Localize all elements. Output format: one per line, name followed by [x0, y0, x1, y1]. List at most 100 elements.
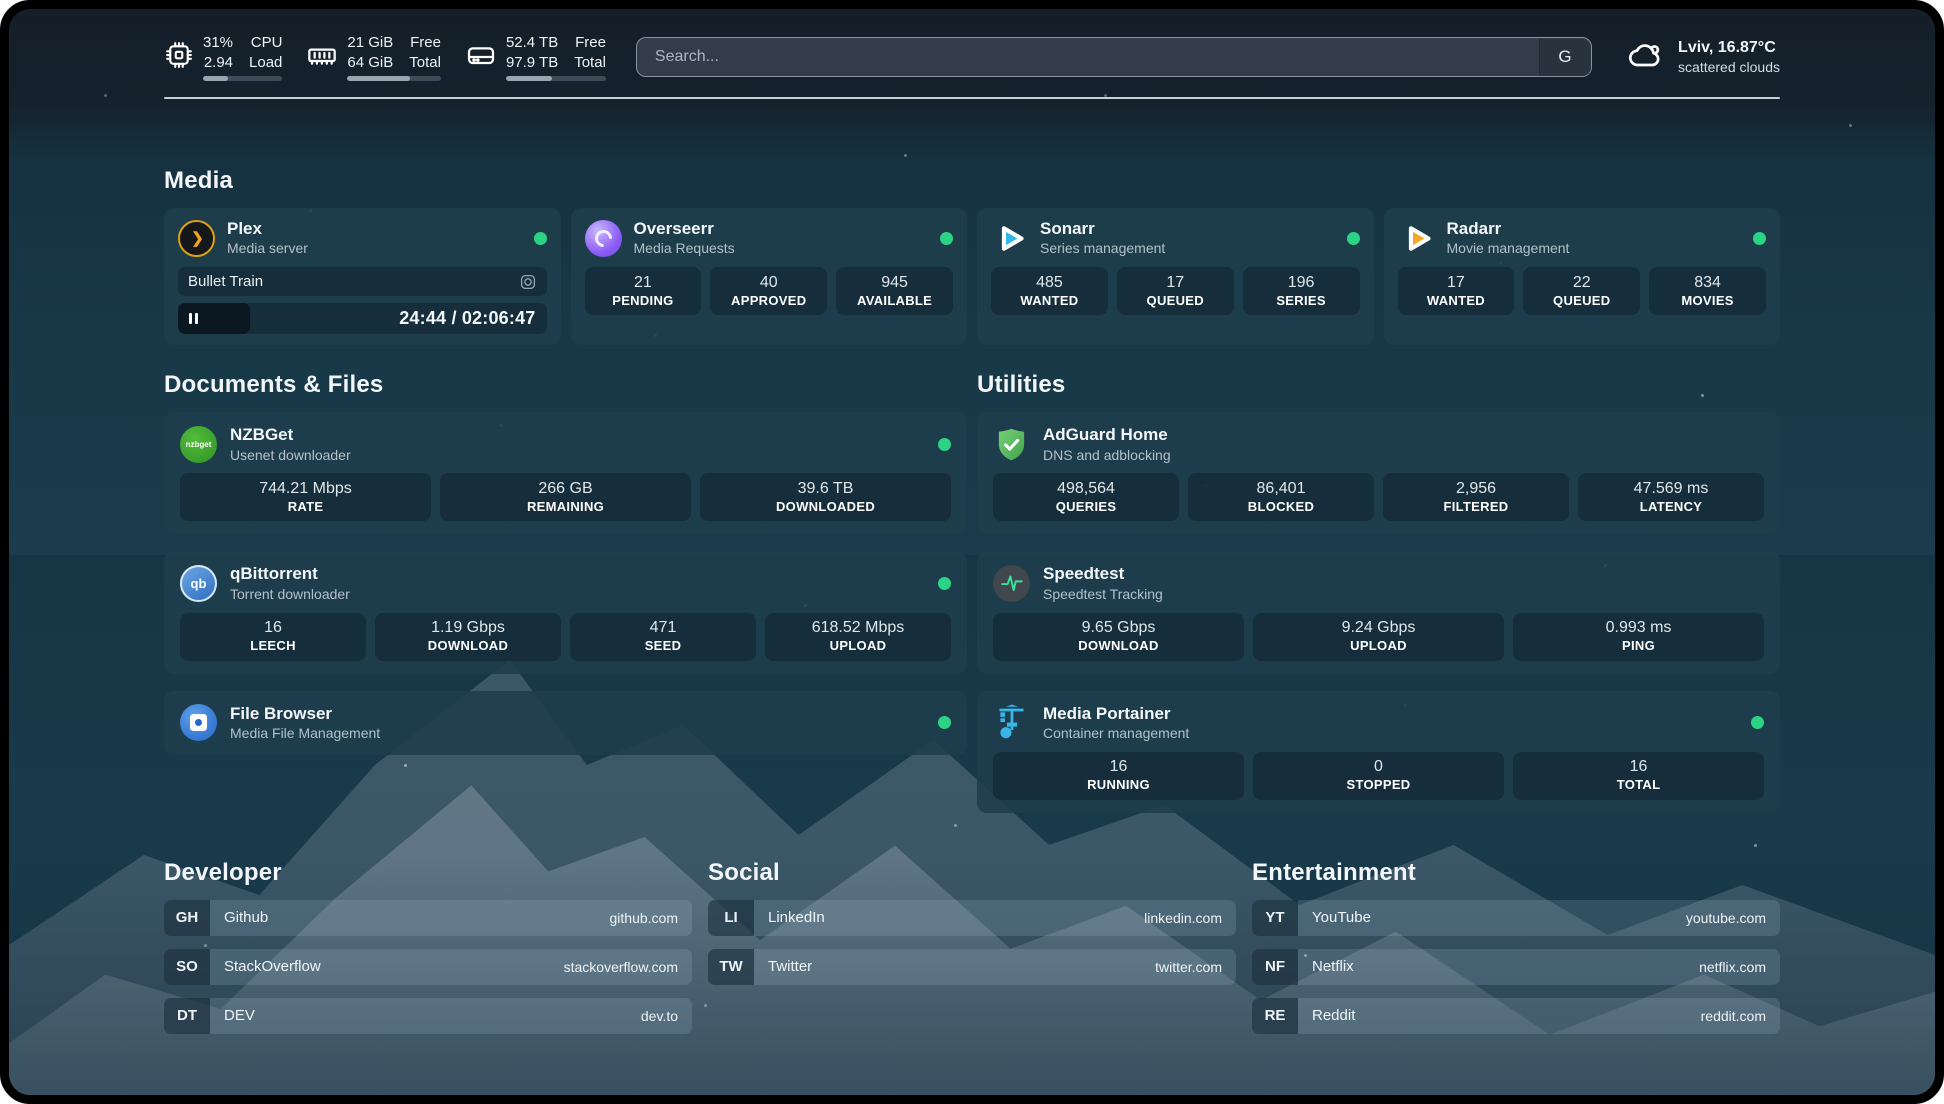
bookmark-abbr: NF [1252, 949, 1298, 985]
bookmark-name: LinkedIn [754, 900, 825, 936]
stat-tile: 834 MOVIES [1649, 267, 1766, 315]
stat-tile: 16 LEECH [180, 613, 366, 661]
stat-tile: 485 WANTED [991, 267, 1108, 315]
service-subtitle: Series management [1040, 240, 1165, 257]
bookmark-linkedin[interactable]: LI LinkedIn linkedin.com [708, 900, 1236, 936]
stat-tile: 618.52 Mbps UPLOAD [765, 613, 951, 661]
bookmark-youtube[interactable]: YT YouTube youtube.com [1252, 900, 1780, 936]
ram-icon [306, 39, 338, 76]
service-card-adguard[interactable]: AdGuard Home DNS and adblocking 498,564 … [977, 412, 1780, 534]
bookmark-twitter[interactable]: TW Twitter twitter.com [708, 949, 1236, 985]
service-card-portainer[interactable]: Media Portainer Container management 16 … [977, 691, 1780, 813]
camera-icon [519, 273, 537, 291]
bookmark-abbr: RE [1252, 998, 1298, 1034]
memory-free-label: Free [410, 33, 441, 53]
stat-tile: 22 QUEUED [1523, 267, 1640, 315]
service-title: Media Portainer [1043, 704, 1189, 724]
bookmark-abbr: YT [1252, 900, 1298, 936]
search-input[interactable] [636, 37, 1592, 77]
cpu-usage-bar [203, 76, 282, 81]
system-stats: 31% 2.94 CPU Load [164, 33, 606, 81]
stat-tile: 17 WANTED [1398, 267, 1515, 315]
bookmark-url: netflix.com [1699, 949, 1780, 985]
service-title: Radarr [1447, 219, 1570, 239]
memory-free-value: 21 GiB [347, 33, 393, 53]
playback-time: 24:44 / 02:06:47 [399, 308, 546, 329]
service-card-speedtest[interactable]: Speedtest Speedtest Tracking 9.65 Gbps D… [977, 551, 1780, 673]
stat-tile: 9.24 Gbps UPLOAD [1253, 613, 1504, 661]
filebrowser-logo-icon [180, 704, 217, 741]
bookmark-netflix[interactable]: NF Netflix netflix.com [1252, 949, 1780, 985]
overseerr-logo-icon [585, 220, 622, 257]
stat-tile: 498,564 QUERIES [993, 473, 1179, 521]
bookmark-abbr: TW [708, 949, 754, 985]
section-heading-entertainment: Entertainment [1252, 859, 1780, 887]
service-title: Plex [227, 219, 308, 239]
status-dot [1347, 232, 1360, 245]
bookmark-url: reddit.com [1701, 998, 1780, 1034]
speedtest-logo-icon [993, 565, 1030, 602]
service-card-sonarr[interactable]: Sonarr Series management 485 WANTED 17 Q… [977, 208, 1374, 345]
service-card-nzbget[interactable]: nzbget NZBGet Usenet downloader 744.21 M… [164, 412, 967, 534]
bookmark-name: DEV [210, 998, 255, 1034]
service-subtitle: Speedtest Tracking [1043, 586, 1163, 603]
bookmark-url: dev.to [641, 998, 692, 1034]
bookmark-github[interactable]: GH Github github.com [164, 900, 692, 936]
search-engine-button[interactable]: G [1539, 39, 1591, 76]
stat-tile: 471 SEED [570, 613, 756, 661]
header-divider [164, 97, 1780, 99]
service-card-filebrowser[interactable]: File Browser Media File Management [164, 691, 967, 755]
service-card-overseerr[interactable]: Overseerr Media Requests 21 PENDING 40 A… [571, 208, 968, 345]
service-card-radarr[interactable]: Radarr Movie management 17 WANTED 22 QUE… [1384, 208, 1781, 345]
bookmark-group-entertainment: Entertainment YT YouTube youtube.com NF … [1252, 859, 1780, 1034]
media-player-bar: 24:44 / 02:06:47 [178, 303, 547, 334]
service-card-qbittorrent[interactable]: qb qBittorrent Torrent downloader 16 LEE… [164, 551, 967, 673]
memory-widget: 21 GiB 64 GiB Free Total [306, 33, 441, 81]
service-title: AdGuard Home [1043, 425, 1171, 445]
status-dot [938, 716, 951, 729]
stat-tile: 21 PENDING [585, 267, 702, 315]
cpu-percent: 31% [203, 33, 233, 53]
stat-tile: 86,401 BLOCKED [1188, 473, 1374, 521]
now-playing-title: Bullet Train [188, 273, 263, 290]
disk-free-value: 52.4 TB [506, 33, 558, 53]
status-dot [534, 232, 547, 245]
stat-tile: 0.993 ms PING [1513, 613, 1764, 661]
stat-tile: 17 QUEUED [1117, 267, 1234, 315]
plex-logo-icon: ❯ [178, 220, 215, 257]
service-subtitle: Usenet downloader [230, 447, 351, 464]
bookmark-dev[interactable]: DT DEV dev.to [164, 998, 692, 1034]
bookmark-abbr: LI [708, 900, 754, 936]
service-card-plex[interactable]: ❯ Plex Media server Bullet Train [164, 208, 561, 345]
bookmark-group-social: Social LI LinkedIn linkedin.com TW Twitt… [708, 859, 1236, 1034]
disk-icon [465, 39, 497, 76]
cpu-widget: 31% 2.94 CPU Load [164, 33, 282, 81]
service-subtitle: Media File Management [230, 725, 380, 742]
bookmark-url: youtube.com [1686, 900, 1780, 936]
bookmark-name: Twitter [754, 949, 812, 985]
weather-widget[interactable]: Lviv, 16.87°C scattered clouds [1626, 35, 1780, 80]
cpu-load-label: Load [249, 53, 282, 73]
section-heading-social: Social [708, 859, 1236, 887]
bookmark-stackoverflow[interactable]: SO StackOverflow stackoverflow.com [164, 949, 692, 985]
sonarr-logo-icon [991, 220, 1028, 257]
dashboard-frame: 31% 2.94 CPU Load [0, 0, 1944, 1104]
stat-tile: 9.65 Gbps DOWNLOAD [993, 613, 1244, 661]
disk-usage-bar [506, 76, 606, 81]
status-dot [938, 438, 951, 451]
bookmark-url: twitter.com [1155, 949, 1236, 985]
status-dot [940, 232, 953, 245]
cpu-load-avg: 2.94 [204, 53, 233, 73]
stat-tile: 196 SERIES [1243, 267, 1360, 315]
nzbget-logo-icon: nzbget [180, 426, 217, 463]
memory-usage-bar [347, 76, 441, 81]
section-heading-media: Media [164, 167, 1780, 195]
bookmark-abbr: GH [164, 900, 210, 936]
weather-location-temp: Lviv, 16.87°C [1678, 37, 1780, 59]
bookmark-reddit[interactable]: RE Reddit reddit.com [1252, 998, 1780, 1034]
pause-button[interactable] [189, 313, 198, 324]
radarr-logo-icon [1398, 220, 1435, 257]
cpu-icon [164, 40, 194, 75]
stat-tile: 16 TOTAL [1513, 752, 1764, 800]
status-dot [1751, 716, 1764, 729]
